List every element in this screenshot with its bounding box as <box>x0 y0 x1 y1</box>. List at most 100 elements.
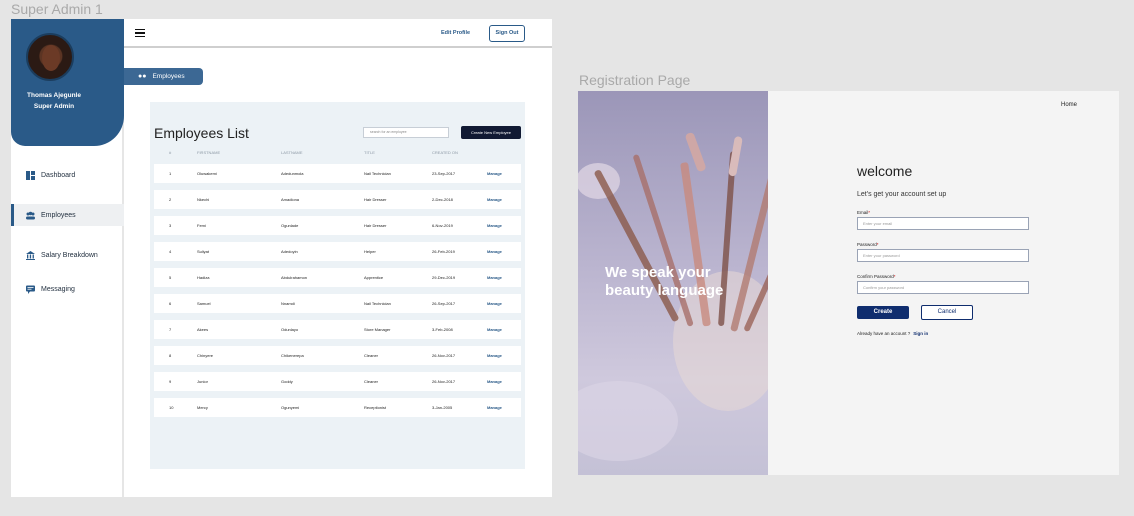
search-input[interactable]: search for an employee <box>363 127 449 138</box>
admin-frame-label: Super Admin 1 <box>11 1 103 17</box>
password-field[interactable]: Enter your password <box>857 249 1029 262</box>
manage-link[interactable]: Manage <box>487 327 502 332</box>
table-row: 1 Oluwakemi Adedunmola Nail Technician 2… <box>154 164 521 183</box>
cell-lastname: Abdulrahamon <box>281 275 308 280</box>
cell-created: 26-Nov-2017 <box>432 353 456 358</box>
cell-firstname: Nkechi <box>197 197 210 202</box>
cell-title: Store Manager <box>364 327 391 332</box>
create-employee-button[interactable]: Create New Employee <box>461 126 521 139</box>
cell-title: Receptionist <box>364 405 387 410</box>
email-label-text: Email <box>857 210 869 215</box>
registration-frame-label: Registration Page <box>579 72 691 88</box>
message-icon <box>26 285 35 294</box>
cell-created: 29-Dec-2019 <box>432 275 456 280</box>
user-name: Thomas Ajegunle <box>27 92 81 99</box>
sign-out-button[interactable]: Sign Out <box>489 25 525 42</box>
cell-firstname: Junior <box>197 379 208 384</box>
edit-profile-link[interactable]: Edit Profile <box>441 30 470 36</box>
table-row: 7 Akees Odunlayo Store Manager 3-Feb-200… <box>154 320 521 339</box>
sidebar-item-employees[interactable]: Employees <box>11 204 124 226</box>
cell-number: 9 <box>169 379 172 384</box>
sign-in-prompt: Already have an account ? Sign in <box>857 331 928 336</box>
password-label-text: Password <box>857 242 877 247</box>
cell-number: 10 <box>169 405 174 410</box>
cell-lastname: Nnamdi <box>281 301 295 306</box>
cell-lastname: Chikenerepa <box>281 353 304 358</box>
sidebar: Thomas Ajegunle Super Admin Dashboard Em… <box>11 19 124 497</box>
cell-lastname: Ogunlade <box>281 223 299 228</box>
cell-lastname: Goddy <box>281 379 293 384</box>
table-row: 10 Mercy Ogunyemi Receptionist 3-Jan-200… <box>154 398 521 417</box>
employees-panel: Employees List search for an employee Cr… <box>150 102 525 469</box>
subtitle: Let's get your account set up <box>857 191 947 198</box>
user-role: Super Admin <box>33 103 75 110</box>
table-row: 5 Hadiza Abdulrahamon Apprentice 29-Dec-… <box>154 268 521 287</box>
manage-link[interactable]: Manage <box>487 171 502 176</box>
email-field[interactable]: Enter your email <box>857 217 1029 230</box>
tab-label: Employees <box>152 73 185 80</box>
sidebar-item-label: Employees <box>41 211 76 219</box>
cell-firstname: Oluwakemi <box>197 171 217 176</box>
manage-link[interactable]: Manage <box>487 223 502 228</box>
cell-firstname: Samuel <box>197 301 211 306</box>
table-header: # FIRSTNAME LASTNAME TITLE CREATED ON <box>154 150 521 160</box>
cell-firstname: Hadiza <box>197 275 210 280</box>
cell-firstname: Chinyere <box>197 353 214 358</box>
table-row: 8 Chinyere Chikenerepa Cleaner 26-Nov-20… <box>154 346 521 365</box>
page-title: Employees List <box>154 125 249 141</box>
cell-firstname: Akees <box>197 327 209 332</box>
users-icon <box>26 211 35 219</box>
manage-link[interactable]: Manage <box>487 379 502 384</box>
cell-lastname: Odunlayo <box>281 327 299 332</box>
cell-title: Helper <box>364 249 376 254</box>
create-button[interactable]: Create <box>857 306 909 319</box>
hero-text: We speak your beauty language <box>605 264 724 299</box>
password-label: Password* <box>857 242 879 247</box>
profile-card: Thomas Ajegunle Super Admin <box>11 19 124 146</box>
cell-number: 3 <box>169 223 172 228</box>
email-label: Email* <box>857 210 871 215</box>
admin-dashboard: Thomas Ajegunle Super Admin Dashboard Em… <box>11 19 552 497</box>
sidebar-item-label: Messaging <box>41 285 75 293</box>
cell-created: 3-Feb-2008 <box>432 327 453 332</box>
cell-title: Cleaner <box>364 379 379 384</box>
column-header: LASTNAME <box>281 150 303 155</box>
sign-in-link[interactable]: Sign in <box>913 331 928 336</box>
cell-lastname: Ogunyemi <box>281 405 300 410</box>
cell-created: 23-Sep-2017 <box>432 171 456 176</box>
manage-link[interactable]: Manage <box>487 405 502 410</box>
sidebar-item-label: Dashboard <box>41 171 76 179</box>
column-header: FIRSTNAME <box>197 150 221 155</box>
cell-number: 8 <box>169 353 172 358</box>
confirm-password-field[interactable]: Confirm your password <box>857 281 1029 294</box>
avatar[interactable] <box>26 33 74 81</box>
cell-firstname: Mercy <box>197 405 208 410</box>
cell-created: 26-Nov-2017 <box>432 379 456 384</box>
sidebar-item-messaging[interactable]: Messaging <box>11 278 124 300</box>
cell-title: Cleaner <box>364 353 379 358</box>
manage-link[interactable]: Manage <box>487 197 502 202</box>
cell-number: 4 <box>169 249 172 254</box>
cell-number: 1 <box>169 171 172 176</box>
table-row: 6 Samuel Nnamdi Nail Technician 26-Sep-2… <box>154 294 521 313</box>
table-row: 4 Suliyat Adedoyin Helper 26-Feb-2019 Ma… <box>154 242 521 261</box>
manage-link[interactable]: Manage <box>487 353 502 358</box>
column-header: TITLE <box>364 150 375 155</box>
cell-lastname: Adedunmola <box>281 171 304 176</box>
cell-number: 6 <box>169 301 172 306</box>
manage-link[interactable]: Manage <box>487 301 502 306</box>
manage-link[interactable]: Manage <box>487 249 502 254</box>
sidebar-item-salary-breakdown[interactable]: Salary Breakdown <box>11 244 124 266</box>
cell-created: 6-Nov-2019 <box>432 223 453 228</box>
sidebar-item-dashboard[interactable]: Dashboard <box>11 164 124 186</box>
cell-firstname: Suliyat <box>197 249 210 254</box>
home-link[interactable]: Home <box>1061 102 1077 108</box>
hamburger-menu-icon[interactable] <box>135 29 145 37</box>
manage-link[interactable]: Manage <box>487 275 502 280</box>
table-row: 2 Nkechi Amadiona Hair Dresser 2-Dec-201… <box>154 190 521 209</box>
tab-employees[interactable]: ●● Employees <box>124 68 203 85</box>
cell-title: Hair Dresser <box>364 223 387 228</box>
cell-created: 26-Feb-2019 <box>432 249 455 254</box>
cancel-button[interactable]: Cancel <box>921 305 973 320</box>
sidebar-item-label: Salary Breakdown <box>41 251 98 259</box>
